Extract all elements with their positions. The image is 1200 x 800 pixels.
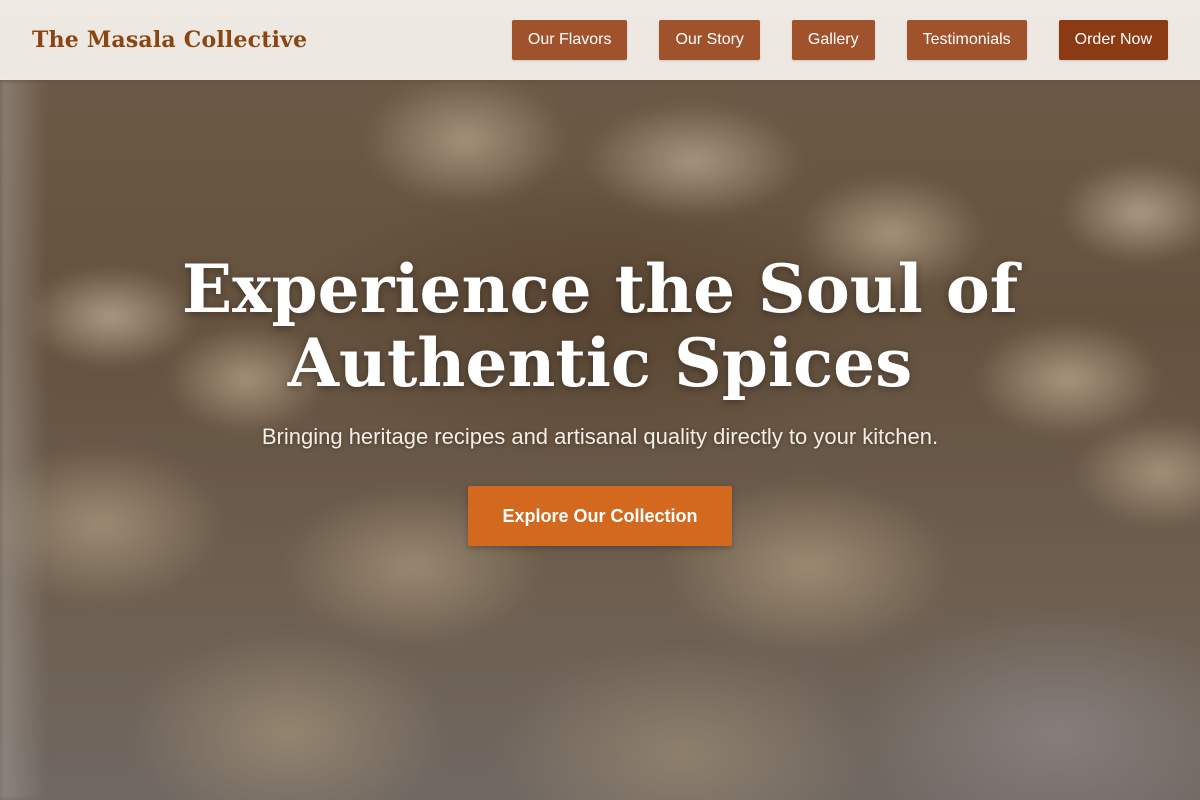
page: The Masala Collective Our Flavors Our St… <box>0 0 1200 800</box>
main-nav: Our Flavors Our Story Gallery Testimonia… <box>511 20 1168 60</box>
hero-section: Experience the Soul of Authentic Spices … <box>0 80 1200 800</box>
nav-gallery-button[interactable]: Gallery <box>791 20 875 60</box>
nav-our-story-button[interactable]: Our Story <box>659 20 760 60</box>
brand-logo[interactable]: The Masala Collective <box>32 27 307 53</box>
hero-title: Experience the Soul of Authentic Spices <box>0 252 1200 400</box>
hero-subtitle: Bringing heritage recipes and artisanal … <box>261 424 939 449</box>
site-header: The Masala Collective Our Flavors Our St… <box>0 0 1200 80</box>
nav-testimonials-button[interactable]: Testimonials <box>906 20 1027 60</box>
hero-title-line-2: Authentic Spices <box>287 324 913 402</box>
nav-our-flavors-button[interactable]: Our Flavors <box>511 20 628 60</box>
explore-collection-button[interactable]: Explore Our Collection <box>468 486 732 546</box>
order-now-button[interactable]: Order Now <box>1058 20 1168 60</box>
hero-title-line-1: Experience the Soul of <box>181 250 1019 328</box>
